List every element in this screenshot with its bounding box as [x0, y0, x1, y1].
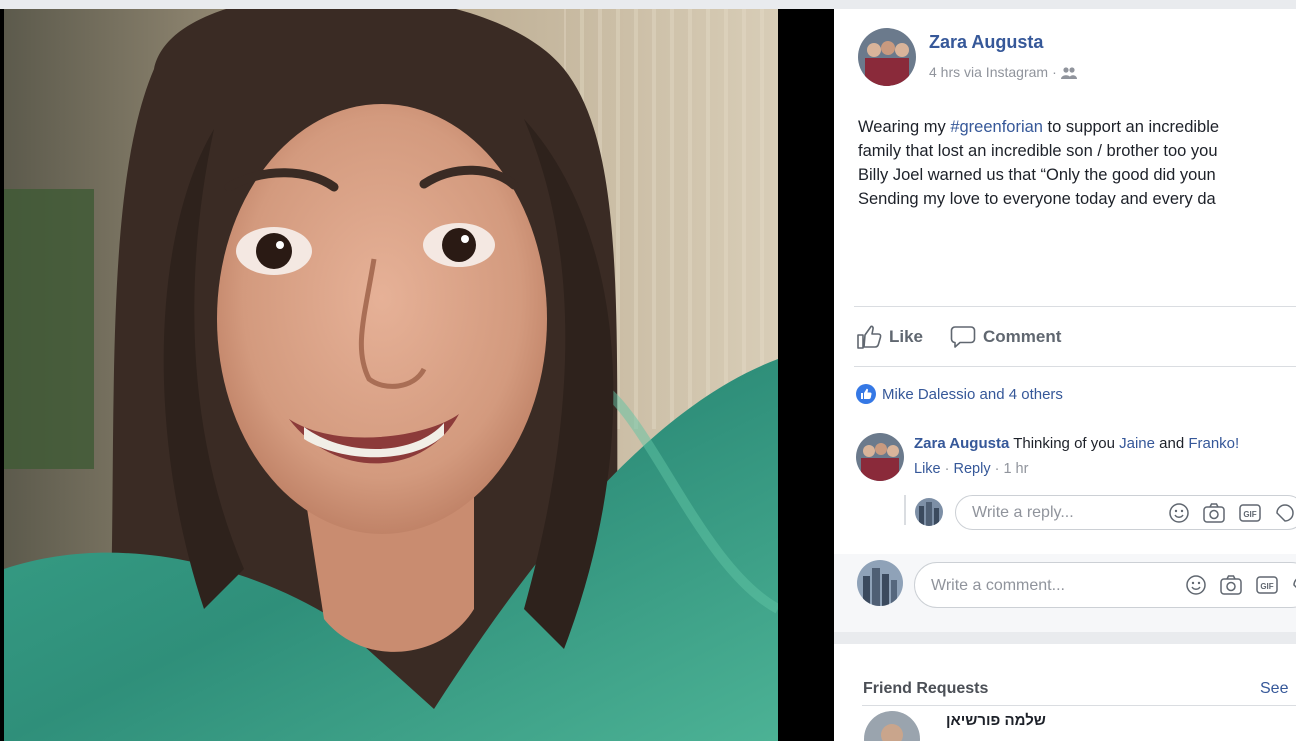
mention-link[interactable]: Franko!: [1188, 435, 1239, 452]
post-text-line: Sending my love to everyone today and ev…: [858, 190, 1216, 208]
divider: [854, 366, 1296, 367]
svg-text:GIF: GIF: [1260, 582, 1273, 591]
post-text: Wearing my #greenforian to support an in…: [858, 115, 1296, 211]
reply-input[interactable]: [972, 503, 1152, 523]
comment-input-icons: GIF: [1185, 563, 1296, 607]
post-panel: Zara Augusta 4 hrs via Instagram · Wearin…: [834, 9, 1296, 741]
comment-input-box: GIF: [914, 562, 1296, 608]
photo-stage: [0, 9, 834, 741]
like-reaction-icon: [856, 384, 876, 404]
comment-time[interactable]: 1 hr: [1003, 461, 1028, 477]
post-via: via Instagram: [964, 64, 1049, 80]
reactions-text: Mike Dalessio and 4 others: [882, 385, 1063, 403]
post-text-line: family that lost an incredible son / bro…: [858, 142, 1218, 160]
comment-bubble-icon: [950, 326, 976, 348]
reactions-summary[interactable]: Mike Dalessio and 4 others: [856, 384, 1063, 404]
comment-meta: Like · Reply · 1 hr: [914, 461, 1029, 477]
like-label: Like: [889, 327, 924, 346]
post-time[interactable]: 4 hrs: [929, 64, 960, 80]
author-name[interactable]: Zara Augusta: [929, 32, 1043, 53]
my-avatar-small: [915, 498, 943, 526]
post-text-line: Billy Joel warned us that “Only the good…: [858, 166, 1216, 184]
divider: [854, 306, 1296, 307]
like-button[interactable]: Like: [856, 324, 923, 350]
sticker-icon[interactable]: [1291, 574, 1296, 596]
comment-button[interactable]: Comment: [950, 324, 1061, 350]
comment-reply-link[interactable]: Reply: [954, 461, 991, 477]
post-photo[interactable]: [4, 9, 778, 741]
comment-like-link[interactable]: Like: [914, 461, 941, 477]
hashtag-link[interactable]: #greenforian: [950, 118, 1043, 136]
my-avatar: [857, 560, 903, 606]
author-avatar[interactable]: [858, 28, 916, 86]
camera-icon[interactable]: [1219, 574, 1243, 596]
thumbs-up-icon: [857, 325, 882, 349]
reply-input-box: GIF: [955, 495, 1296, 530]
top-strip: [0, 0, 1296, 9]
section-gap: [834, 632, 1296, 644]
commenter-avatar[interactable]: [856, 433, 904, 481]
mention-link[interactable]: Jaine: [1119, 435, 1155, 452]
divider: [862, 705, 1296, 706]
comment-author[interactable]: Zara Augusta: [914, 435, 1009, 452]
friend-request-name[interactable]: שלמה פורשיאן: [946, 712, 1046, 729]
svg-text:GIF: GIF: [1243, 510, 1256, 519]
reply-input-icons: GIF: [1168, 496, 1296, 529]
post-meta: 4 hrs via Instagram ·: [929, 64, 1077, 82]
friend-request-avatar[interactable]: [864, 711, 920, 741]
post-text-line: Wearing my #greenforian to support an in…: [858, 118, 1220, 136]
camera-icon[interactable]: [1202, 502, 1226, 524]
see-all-link[interactable]: See: [1260, 680, 1288, 698]
reply-thread-line: [904, 495, 906, 525]
emoji-icon[interactable]: [1185, 574, 1207, 596]
friend-requests-title: Friend Requests: [863, 680, 989, 697]
gif-icon[interactable]: GIF: [1255, 574, 1279, 596]
comment-label: Comment: [983, 327, 1062, 346]
friends-icon[interactable]: [1060, 66, 1077, 82]
sticker-icon[interactable]: [1274, 502, 1296, 524]
gif-icon[interactable]: GIF: [1238, 502, 1262, 524]
emoji-icon[interactable]: [1168, 502, 1190, 524]
comment-input[interactable]: [931, 575, 1151, 597]
comment-body: Zara Augusta Thinking of you Jaine and F…: [914, 435, 1240, 452]
